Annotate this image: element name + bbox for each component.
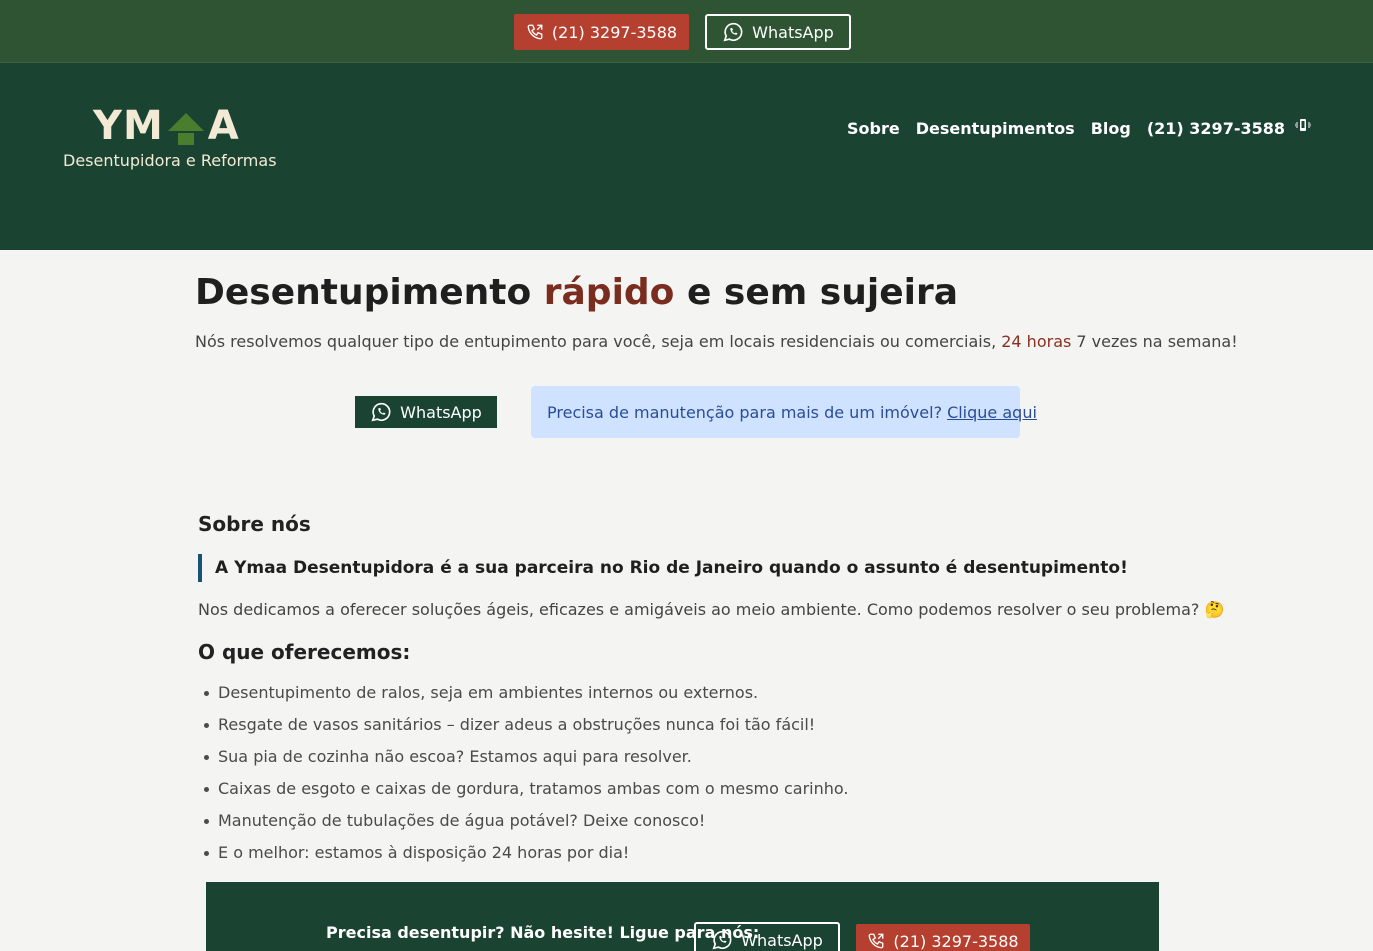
whatsapp-icon: [722, 21, 744, 43]
main-nav: Sobre Desentupimentos Blog (21) 3297-358…: [847, 118, 1311, 138]
hero-title-accent: rápido: [543, 272, 675, 313]
notice-text: Precisa de manutenção para mais de um im…: [547, 402, 943, 422]
notice-link[interactable]: Clique aqui: [947, 403, 1037, 422]
list-item: Manutenção de tubulações de água potável…: [204, 811, 849, 843]
about-heading: Sobre nós: [198, 512, 311, 536]
multi-property-notice: Precisa de manutenção para mais de um im…: [531, 386, 1037, 438]
logo[interactable]: YM A Desentupidora e Reformas: [63, 103, 283, 173]
vibrating-phone-icon: [1295, 118, 1311, 132]
top-phone-label: (21) 3297-3588: [551, 22, 678, 42]
nav-item-blog[interactable]: Blog: [1091, 119, 1131, 138]
whatsapp-icon: [711, 929, 733, 951]
hero-whatsapp-label: WhatsApp: [400, 402, 482, 422]
cta-whatsapp-button[interactable]: WhatsApp: [694, 922, 840, 951]
top-whatsapp-button[interactable]: WhatsApp: [705, 14, 851, 50]
list-item: Sua pia de cozinha não escoa? Estamos aq…: [204, 747, 849, 779]
list-item: Caixas de esgoto e caixas de gordura, tr…: [204, 779, 849, 811]
top-phone-button[interactable]: (21) 3297-3588: [514, 14, 689, 50]
offer-heading: O que oferecemos:: [198, 640, 411, 664]
phone-icon: [526, 23, 544, 41]
list-item: Resgate de vasos sanitários – dizer adeu…: [204, 715, 849, 747]
nav-item-phone[interactable]: (21) 3297-3588: [1147, 119, 1285, 138]
top-bar: (21) 3297-3588 WhatsApp: [0, 0, 1373, 63]
top-whatsapp-label: WhatsApp: [752, 22, 834, 42]
list-item: Desentupimento de ralos, seja em ambient…: [204, 683, 849, 715]
site-header: YM A Desentupidora e Reformas Sobre Dese…: [0, 63, 1373, 250]
list-item: E o melhor: estamos à disposição 24 hora…: [204, 843, 849, 875]
logo-subtitle: Desentupidora e Reformas: [63, 151, 277, 170]
nav-item-about[interactable]: Sobre: [847, 119, 900, 138]
cta-whatsapp-label: WhatsApp: [741, 930, 823, 950]
hero-subtitle: Nós resolvemos qualquer tipo de entupime…: [195, 332, 1238, 351]
house-arrow-icon: [166, 109, 206, 149]
cta-phone-label: (21) 3297-3588: [893, 931, 1019, 951]
hero-title: Desentupimento rápido e sem sujeira: [195, 272, 958, 313]
cta-banner: Precisa desentupir? Não hesite! Ligue pa…: [206, 882, 1159, 951]
whatsapp-icon: [370, 401, 392, 423]
logo-mark: YM A: [93, 103, 240, 149]
hero-whatsapp-button[interactable]: WhatsApp: [355, 396, 497, 428]
offer-list: Desentupimento de ralos, seja em ambient…: [204, 683, 849, 875]
cta-phone-button[interactable]: (21) 3297-3588: [856, 924, 1030, 951]
hero-subtitle-accent: 24 horas: [1001, 332, 1072, 351]
nav-item-services[interactable]: Desentupimentos: [916, 119, 1075, 138]
about-paragraph: Nos dedicamos a oferecer soluções ágeis,…: [198, 600, 1225, 619]
phone-icon: [867, 932, 885, 950]
about-quote: A Ymaa Desentupidora é a sua parceira no…: [198, 554, 1128, 582]
